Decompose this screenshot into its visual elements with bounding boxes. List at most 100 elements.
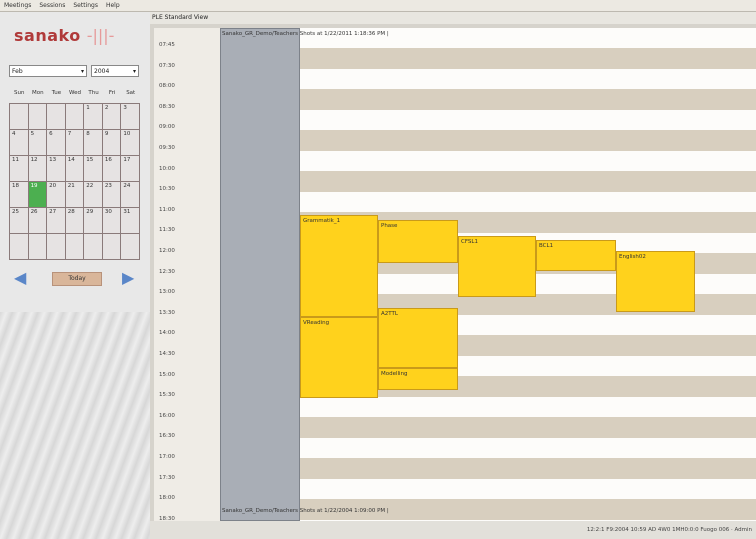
calendar-day[interactable]: 12 <box>28 156 48 182</box>
calendar-day[interactable]: 27 <box>47 208 66 234</box>
time-tick: 15:30 <box>159 392 175 399</box>
calendar-day[interactable]: 24 <box>121 182 140 208</box>
booking-block[interactable]: Grammatik_1 <box>300 215 378 317</box>
calendar-day[interactable]: 18 <box>10 182 29 208</box>
calendar-day[interactable]: 22 <box>84 182 103 208</box>
calendar-day[interactable]: 23 <box>102 182 122 208</box>
calendar-day[interactable]: 3 <box>121 104 140 130</box>
calendar-day[interactable] <box>65 104 85 130</box>
menu-meetings[interactable]: Meetings <box>4 2 31 9</box>
calendar-day[interactable]: 11 <box>10 156 29 182</box>
weekday-label: Sat <box>126 90 136 96</box>
calendar-day[interactable] <box>10 234 29 260</box>
time-tick: 12:30 <box>159 268 175 275</box>
calendar-day[interactable] <box>10 104 29 130</box>
time-column: 07:45 07:30 08:00 08:30 09:00 09:30 10:00 10:30… <box>154 28 220 522</box>
calendar-day[interactable]: 28 <box>65 208 85 234</box>
time-tick: 08:00 <box>159 83 175 90</box>
calendar-day[interactable]: 15 <box>84 156 103 182</box>
booking-block[interactable]: BCL1 <box>536 240 616 271</box>
year-select[interactable]: 2004 ▾ <box>91 65 139 77</box>
menu-help[interactable]: Help <box>106 2 120 9</box>
time-tick: 17:00 <box>159 454 175 460</box>
time-tick: 08:30 <box>159 103 175 110</box>
today-button[interactable]: Today <box>52 272 102 286</box>
calendar-day[interactable] <box>121 234 140 260</box>
time-tick: 07:30 <box>159 62 175 69</box>
month-value: Feb <box>12 68 23 75</box>
calendar-day[interactable] <box>28 104 48 130</box>
weekday-label: Thu <box>88 90 99 96</box>
decorative-image <box>0 312 150 539</box>
calendar-day[interactable]: 21 <box>65 182 85 208</box>
booking-block[interactable]: Phase <box>378 220 458 263</box>
calendar-day[interactable]: 1 <box>84 104 103 130</box>
calendar-day[interactable] <box>65 234 85 260</box>
weekday-label: Mon <box>32 90 44 96</box>
calendar-day[interactable]: 16 <box>102 156 122 182</box>
time-tick: 14:30 <box>159 351 175 357</box>
teacher-footer-label: Sanako_GR_Demo/Teachers Shots at 1/22/20… <box>222 508 389 514</box>
month-select[interactable]: Feb ▾ <box>9 65 87 77</box>
sanako-logo: sanako -|||- <box>14 26 114 45</box>
logo-mark-icon: -|||- <box>86 26 115 45</box>
time-tick: 15:00 <box>159 371 175 378</box>
sidebar: sanako -|||- Feb ▾ 2004 ▾ Sun Mon Tue We… <box>0 12 150 539</box>
calendar-day[interactable]: 13 <box>47 156 66 182</box>
calendar-day[interactable]: 8 <box>84 130 103 156</box>
calendar-day[interactable]: 2 <box>102 104 122 130</box>
weekday-label: Tue <box>51 90 62 96</box>
booking-block[interactable]: Modelling <box>378 368 458 390</box>
calendar-day[interactable] <box>84 234 103 260</box>
calendar-day[interactable]: 30 <box>102 208 122 234</box>
calendar-nav: ◀ Today ▶ <box>14 270 138 286</box>
calendar-day[interactable]: 29 <box>84 208 103 234</box>
calendar-day[interactable] <box>28 234 48 260</box>
booking-block[interactable]: CFSL1 <box>458 236 536 297</box>
menu-bar: Meetings Sessions Settings Help <box>0 0 756 12</box>
menu-sessions[interactable]: Sessions <box>39 2 65 9</box>
booking-block[interactable]: English02 <box>616 251 695 312</box>
calendar-day[interactable]: 7 <box>65 130 85 156</box>
logo-text: sanako <box>14 26 81 45</box>
time-tick: 17:30 <box>159 474 175 481</box>
time-tick: 12:00 <box>159 248 175 254</box>
chevron-down-icon: ▾ <box>80 68 84 75</box>
calendar-day[interactable]: 17 <box>121 156 140 182</box>
time-tick: 10:30 <box>159 186 175 193</box>
menu-settings[interactable]: Settings <box>73 2 98 9</box>
time-tick: 13:30 <box>159 309 175 316</box>
prev-arrow-icon[interactable]: ◀ <box>14 270 26 286</box>
calendar-day[interactable]: 5 <box>28 130 48 156</box>
weekday-label: Wed <box>68 90 81 96</box>
calendar-day[interactable]: 20 <box>47 182 66 208</box>
time-tick: 13:00 <box>159 289 175 296</box>
calendar-day[interactable] <box>102 234 122 260</box>
calendar-day[interactable]: 14 <box>65 156 85 182</box>
booking-block[interactable]: A2TTL <box>378 308 458 368</box>
booking-block[interactable]: VReading <box>300 317 378 398</box>
time-tick: 07:45 <box>159 42 175 48</box>
calendar-day[interactable]: 9 <box>102 130 122 156</box>
weekday-label: Fri <box>108 90 116 96</box>
view-title: PLE Standard View <box>150 12 756 24</box>
calendar-day[interactable]: 19 <box>28 182 48 208</box>
teacher-header-label: Sanako_GR_Demo/Teachers Shots at 1/22/20… <box>222 31 389 37</box>
calendar-grid: 1 2 3 4 5 6 7 8 9 10 11 12 13 14 15 16 17 18 19 20 21 22 23 24 2… <box>9 103 140 260</box>
calendar-day[interactable]: 4 <box>10 130 29 156</box>
time-tick: 16:30 <box>159 433 175 440</box>
calendar-day[interactable]: 26 <box>28 208 48 234</box>
status-bar: 12:2:1 F9:2004 10:59 AD 4W0 1MH0:0:0 Fuo… <box>150 521 756 539</box>
next-arrow-icon[interactable]: ▶ <box>122 270 134 286</box>
calendar-day[interactable]: 25 <box>10 208 29 234</box>
calendar-day[interactable]: 10 <box>121 130 140 156</box>
time-tick: 09:30 <box>159 145 175 151</box>
time-tick: 11:00 <box>159 206 175 213</box>
time-tick: 11:30 <box>159 227 175 234</box>
teacher-column[interactable] <box>220 28 300 521</box>
weekday-label: Sun <box>14 90 25 96</box>
calendar-day[interactable] <box>47 234 66 260</box>
calendar-day[interactable] <box>47 104 66 130</box>
calendar-day[interactable]: 31 <box>121 208 140 234</box>
calendar-day[interactable]: 6 <box>47 130 66 156</box>
